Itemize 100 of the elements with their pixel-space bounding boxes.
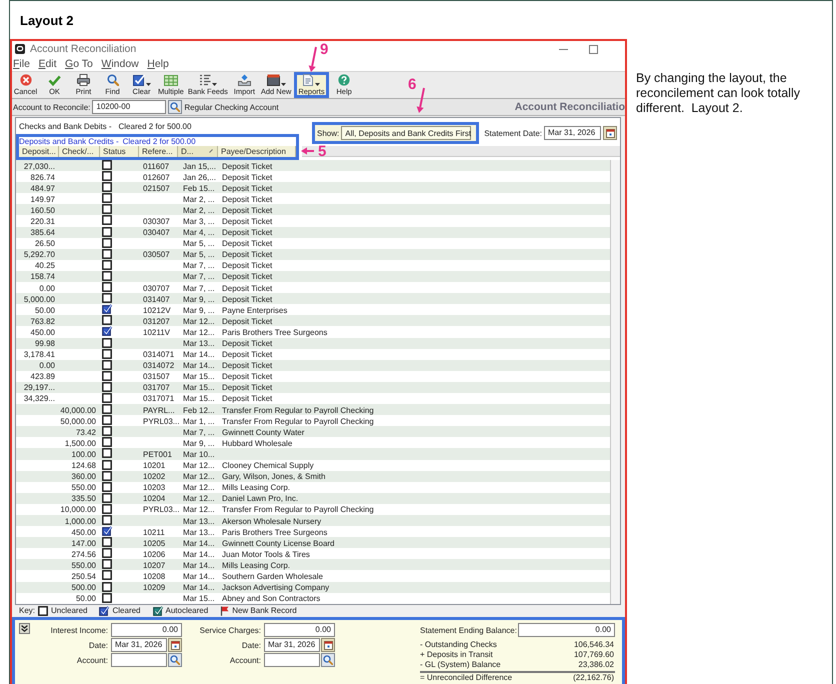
status-checkbox[interactable]	[102, 282, 112, 292]
table-row[interactable]: 550.00 10203 Mar 12... Mills Leasing Corp.	[16, 482, 610, 493]
search-button[interactable]	[168, 653, 182, 667]
amount-field[interactable]: 0.00	[264, 623, 335, 637]
account-field[interactable]	[264, 653, 320, 667]
table-row[interactable]: 73.42 Mar 7, ... Gwinnett County Water	[16, 426, 610, 438]
table-row[interactable]: 149.97 Mar 2, ... Deposit Ticket	[16, 193, 610, 204]
status-checkbox[interactable]	[102, 415, 112, 426]
status-checkbox[interactable]	[102, 326, 112, 336]
table-row[interactable]: 34,329... 0317071 Mar 15... Deposit Ticket	[16, 392, 610, 404]
table-row[interactable]: 500.00 10209 Mar 14... Jackson Advertising Company	[16, 582, 610, 593]
filter-dropdown[interactable]: All, Deposits and Bank Credits First	[341, 126, 472, 140]
table-row[interactable]: 826.74 012607 Jan 26,... Deposit Ticket	[16, 171, 610, 182]
table-row[interactable]: 5,000.00 031407 Mar 9, ... Deposit Ticket	[16, 293, 610, 304]
status-checkbox[interactable]	[102, 426, 112, 436]
calendar-button[interactable]	[603, 126, 617, 140]
account-field[interactable]	[111, 653, 167, 667]
table-row[interactable]: 50.00 Mar 15... Abney and Son Contractors	[16, 592, 610, 604]
table-row[interactable]: 250.54 10208 Mar 14... Southern Garden Wholesale	[16, 570, 610, 582]
status-checkbox[interactable]	[102, 171, 112, 182]
status-checkbox[interactable]	[102, 582, 112, 592]
status-checkbox[interactable]	[102, 338, 112, 348]
table-row[interactable]: 550.00 10207 Mar 14... Mills Leasing Corp.	[16, 559, 610, 570]
status-checkbox[interactable]	[102, 448, 112, 458]
table-row[interactable]: 220.31 030307 Mar 3, ... Deposit Ticket	[16, 215, 610, 227]
table-row[interactable]: 27,030... 011607 Jan 15,... Deposit Ticket	[16, 160, 610, 172]
status-checkbox[interactable]	[102, 260, 112, 270]
column-header[interactable]: Payee/Description	[218, 146, 296, 157]
table-row[interactable]: 40.25 Mar 7, ... Deposit Ticket	[16, 260, 610, 271]
status-checkbox[interactable]	[102, 348, 112, 359]
status-checkbox[interactable]	[102, 204, 112, 214]
menu-item[interactable]: Edit	[38, 58, 57, 70]
column-header[interactable]: Status	[100, 146, 139, 157]
calendar-button[interactable]	[321, 638, 335, 652]
date-field[interactable]: Mar 31, 2026	[111, 638, 167, 652]
status-checkbox[interactable]	[102, 537, 112, 548]
status-checkbox[interactable]	[102, 382, 112, 392]
status-checkbox[interactable]	[102, 270, 112, 281]
menu-item[interactable]: File	[13, 58, 30, 70]
status-checkbox[interactable]	[102, 160, 112, 170]
minimize-icon[interactable]	[559, 48, 568, 50]
date-field[interactable]: Mar 31, 2026	[544, 126, 601, 140]
amount-field[interactable]: 0.00	[111, 623, 182, 637]
column-header[interactable]: D...	[178, 146, 218, 157]
status-checkbox[interactable]	[102, 482, 112, 492]
search-button[interactable]	[321, 653, 335, 667]
status-checkbox[interactable]	[102, 460, 112, 470]
status-checkbox[interactable]	[102, 215, 112, 226]
status-checkbox[interactable]	[102, 515, 112, 525]
status-checkbox[interactable]	[102, 182, 112, 192]
status-checkbox[interactable]	[102, 226, 112, 237]
search-button[interactable]	[168, 100, 182, 114]
table-row[interactable]: 484.97 021507 Feb 15... Deposit Ticket	[16, 182, 610, 194]
calendar-button[interactable]	[168, 638, 182, 652]
table-row[interactable]: 40,000.00 PAYRL... Feb 12... Transfer From Regular to Payroll Checking	[16, 404, 610, 416]
date-field[interactable]: Mar 31, 2026	[264, 638, 320, 652]
table-row[interactable]: 423.89 031507 Mar 15... Deposit Ticket	[16, 370, 610, 382]
table-row[interactable]: 158.74 Mar 7, ... Deposit Ticket	[16, 270, 610, 282]
table-row[interactable]: 124.68 10201 Mar 12... Clooney Chemical Supply	[16, 460, 610, 471]
status-checkbox[interactable]	[102, 248, 112, 259]
table-row[interactable]: 335.50 10204 Mar 12... Daniel Lawn Pro, Inc.	[16, 492, 610, 504]
status-checkbox[interactable]	[102, 304, 112, 314]
status-checkbox[interactable]	[102, 293, 112, 304]
status-checkbox[interactable]	[102, 370, 112, 381]
table-row[interactable]: 3,178.41 0314071 Mar 14... Deposit Ticket	[16, 348, 610, 360]
status-checkbox[interactable]	[102, 592, 112, 603]
status-checkbox[interactable]	[102, 315, 112, 326]
table-row[interactable]: 99.98 Mar 13... Deposit Ticket	[16, 338, 610, 349]
table-row[interactable]: 385.64 030407 Mar 4, ... Deposit Ticket	[16, 226, 610, 238]
table-row[interactable]: 147.00 10205 Mar 14... Gwinnett County License Board	[16, 537, 610, 548]
status-checkbox[interactable]	[102, 360, 112, 370]
table-row[interactable]: 450.00 10211 Mar 13... Paris Brothers Tree Surgeons	[16, 526, 610, 538]
table-row[interactable]: 100.00 PET001 Mar 10...	[16, 448, 610, 460]
table-row[interactable]: 1,000.00 Mar 13... Akerson Wholesale Nursery	[16, 515, 610, 526]
menu-item[interactable]: Go To	[65, 58, 93, 70]
status-checkbox[interactable]	[102, 570, 112, 580]
menu-item[interactable]: Help	[147, 58, 169, 70]
table-row[interactable]: 763.82 031207 Mar 12... Deposit Ticket	[16, 315, 610, 326]
status-checkbox[interactable]	[102, 193, 112, 204]
amount-field[interactable]: 0.00	[518, 623, 615, 637]
table-row[interactable]: 10,000.00 PYRL03... Mar 12... Transfer From Regular to Payroll Checking	[16, 504, 610, 515]
status-checkbox[interactable]	[102, 437, 112, 448]
table-row[interactable]: 450.00 10211V Mar 12... Paris Brothers Tree Surgeons	[16, 326, 610, 338]
status-checkbox[interactable]	[102, 559, 112, 570]
collapse-button[interactable]	[19, 623, 30, 634]
status-checkbox[interactable]	[102, 392, 112, 403]
scrollbar[interactable]	[610, 160, 620, 604]
status-checkbox[interactable]	[102, 404, 112, 414]
status-checkbox[interactable]	[102, 238, 112, 248]
table-row[interactable]: 29,197... 031707 Mar 15... Deposit Ticket	[16, 382, 610, 393]
table-row[interactable]: 50.00 10212V Mar 9, ... Payne Enterprises	[16, 304, 610, 316]
column-header[interactable]: Deposit...	[19, 146, 59, 157]
table-row[interactable]: 160.50 Mar 2, ... Deposit Ticket	[16, 204, 610, 216]
table-row[interactable]: 0.00 0314072 Mar 14... Deposit Ticket	[16, 360, 610, 371]
table-row[interactable]: 1,500.00 Mar 9, ... Hubbard Wholesale	[16, 437, 610, 448]
account-field[interactable]: 10200-00	[92, 100, 166, 114]
maximize-icon[interactable]	[589, 44, 598, 54]
table-row[interactable]: 360.00 10202 Mar 12... Gary, Wilson, Jones, & Smith	[16, 470, 610, 482]
table-row[interactable]: 50,000.00 PYRL03... Mar 1, ... Transfer From Regular to Payroll Checking	[16, 415, 610, 426]
table-row[interactable]: 26.50 Mar 5, ... Deposit Ticket	[16, 238, 610, 249]
